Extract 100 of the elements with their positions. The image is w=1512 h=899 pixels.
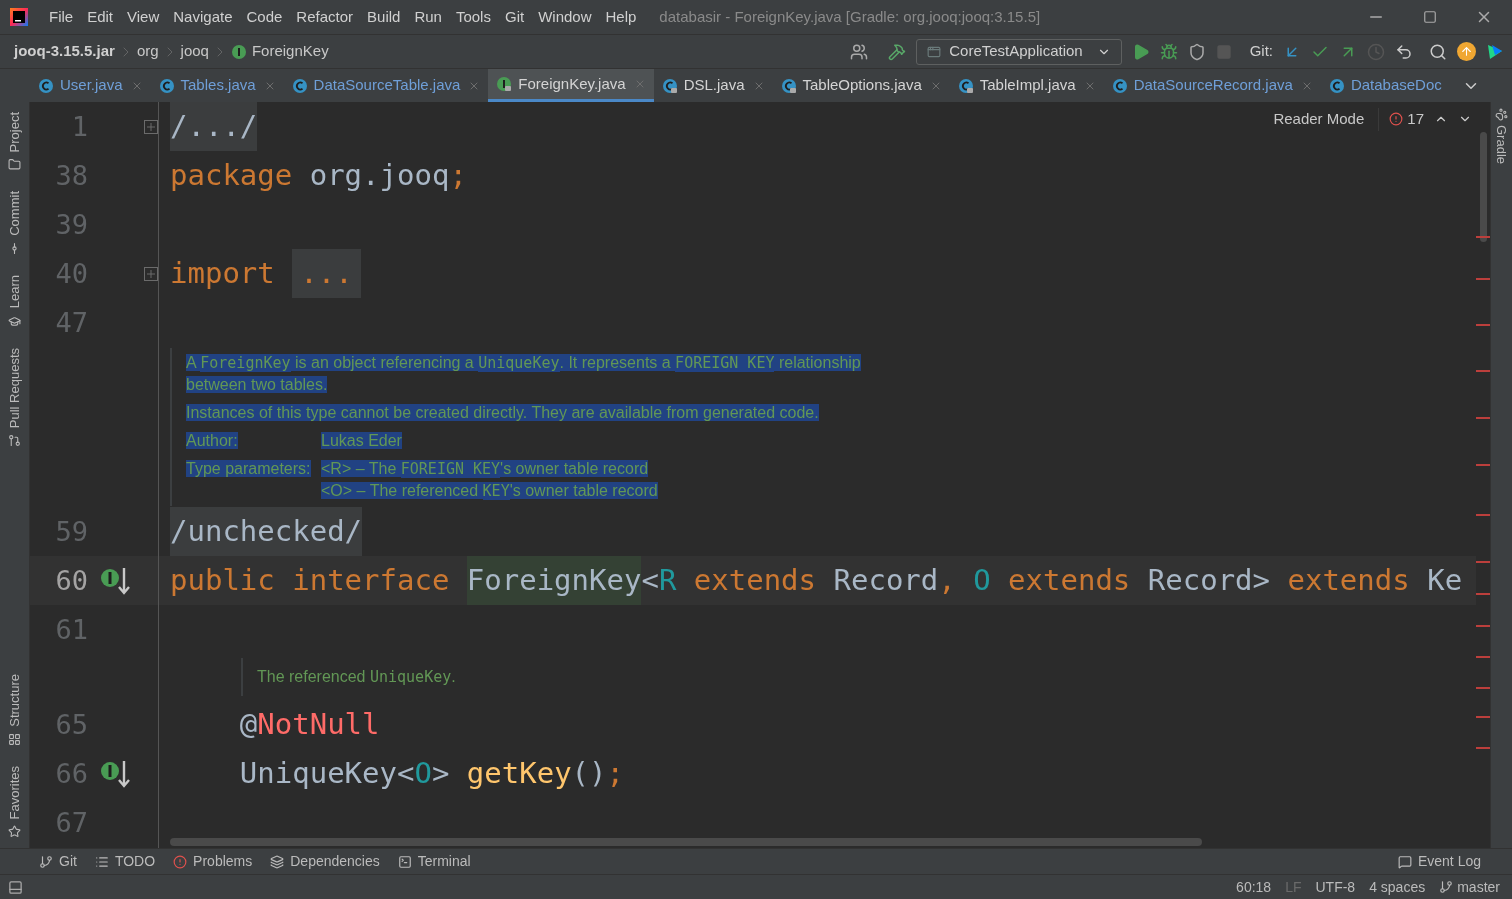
indent-setting[interactable]: 4 spaces xyxy=(1369,876,1426,898)
branch-icon xyxy=(39,854,53,869)
plugin-logo-icon[interactable] xyxy=(1486,42,1504,61)
code-token: ... xyxy=(292,249,361,298)
line-number: 65 xyxy=(54,707,88,742)
stop-icon[interactable] xyxy=(1215,43,1232,60)
caret-position[interactable]: 60:18 xyxy=(1236,876,1272,898)
pull-request-icon xyxy=(8,433,21,447)
rollback-icon[interactable] xyxy=(1395,42,1413,61)
editor-tab[interactable]: User.java xyxy=(30,69,151,102)
breadcrumb[interactable]: ForeignKey xyxy=(251,40,329,63)
implemented-icon[interactable] xyxy=(100,758,130,789)
line-number: 61 xyxy=(54,612,88,647)
folder-icon xyxy=(8,158,21,172)
editor-tab[interactable]: ForeignKey.java xyxy=(488,69,654,102)
tool-window-button[interactable]: Dependencies xyxy=(261,851,389,872)
code-token: @ xyxy=(238,705,258,743)
menu-item[interactable]: Window xyxy=(531,5,599,29)
menu-item[interactable]: Run xyxy=(407,5,449,29)
editor-tab[interactable]: Tables.java xyxy=(150,69,284,102)
tool-window-tab[interactable]: Favorites xyxy=(4,755,25,848)
error-icon xyxy=(1389,112,1404,127)
breadcrumb[interactable]: jooq-3.15.5.jar xyxy=(14,40,115,63)
grid-icon xyxy=(8,732,21,746)
list-icon xyxy=(94,854,109,869)
menu-item[interactable]: Navigate xyxy=(166,5,240,29)
fold-icon[interactable] xyxy=(144,266,158,281)
tool-window-tab[interactable]: Structure xyxy=(4,663,25,756)
problem-count[interactable]: 17 xyxy=(1389,108,1424,131)
implemented-icon[interactable] xyxy=(100,565,130,596)
menu-item[interactable]: Git xyxy=(497,5,532,29)
app-logo xyxy=(10,8,28,26)
star-icon xyxy=(8,825,21,838)
git-branch[interactable]: master xyxy=(1439,876,1500,898)
update-available-icon[interactable] xyxy=(1457,42,1476,61)
line-number: 1 xyxy=(70,109,88,144)
tool-window-tab[interactable]: Commit xyxy=(4,181,25,266)
error-icon xyxy=(173,854,188,869)
doc-tag-value: <O> – The referenced KEY's owner table record xyxy=(321,481,658,502)
code-token: () xyxy=(571,754,607,792)
editor-tab[interactable]: DSL.java xyxy=(653,69,773,102)
menu-item[interactable]: Help xyxy=(598,5,644,29)
doc-tag-label: Type parameters: xyxy=(186,459,312,479)
breadcrumb[interactable]: org xyxy=(136,40,159,63)
horizontal-scrollbar[interactable] xyxy=(170,838,1202,846)
code-token: > xyxy=(431,754,451,792)
code-token: ForeignKey xyxy=(466,556,642,605)
code-token: getKey xyxy=(466,754,572,792)
code-token: extends xyxy=(692,561,818,599)
menu-item[interactable]: Tools xyxy=(448,5,498,29)
code-token: , xyxy=(938,561,957,599)
editor-tab[interactable]: DataSourceRecord.java xyxy=(1103,69,1321,102)
vertical-scrollbar[interactable] xyxy=(1480,132,1487,242)
maximize-icon[interactable] xyxy=(1423,10,1437,24)
line-number: 39 xyxy=(54,207,88,242)
editor-tab[interactable]: DatabaseDoc xyxy=(1320,69,1450,102)
interface-icon xyxy=(230,43,247,60)
menu-item[interactable]: Build xyxy=(360,5,408,29)
reader-mode-button[interactable]: Reader Mode xyxy=(1273,108,1380,131)
line-number: 66 xyxy=(54,756,88,791)
doc-text: Instances of this type cannot be created directly. They are available from generated code. xyxy=(186,403,820,423)
history-icon[interactable] xyxy=(1367,42,1385,61)
line-number: 38 xyxy=(54,158,88,193)
code-token: < xyxy=(641,561,659,599)
run-config-dropdown[interactable]: CoreTestApplication xyxy=(916,38,1122,65)
breadcrumb[interactable]: jooq xyxy=(180,40,209,63)
window-title: databasir - ForeignKey.java [Gradle: org.jooq:jooq:3.15.5] xyxy=(659,6,1041,27)
tool-window-button[interactable]: TODO xyxy=(85,851,165,872)
panel-toggle-icon[interactable] xyxy=(8,879,23,895)
editor-tab[interactable]: TableImpl.java xyxy=(949,69,1104,102)
editor-tab[interactable]: DataSourceTable.java xyxy=(283,69,489,102)
tool-window-button[interactable]: Git xyxy=(30,851,86,872)
tool-window-tab[interactable]: Pull Requests xyxy=(4,337,25,457)
debug-icon[interactable] xyxy=(1159,42,1178,61)
build-icon[interactable] xyxy=(888,42,907,61)
editor-tab[interactable]: TableOptions.java xyxy=(772,69,950,102)
search-icon[interactable] xyxy=(1429,42,1447,61)
menu-item[interactable]: Edit xyxy=(80,5,121,29)
menu-item[interactable]: File xyxy=(42,5,81,29)
tool-window-button[interactable]: Event Log xyxy=(1388,851,1490,872)
tool-window-button[interactable]: Problems xyxy=(164,851,262,872)
menu-item[interactable]: Refactor xyxy=(289,5,361,29)
tool-window-tab[interactable]: Gradle xyxy=(1491,102,1512,171)
tool-window-tab[interactable]: Learn xyxy=(4,265,25,338)
doc-tag-value: <R> – The FOREIGN KEY's owner table record xyxy=(321,459,650,480)
code-token: O xyxy=(414,754,432,792)
user-icon[interactable] xyxy=(850,42,869,61)
code-token: /.../ xyxy=(170,102,258,151)
doc-tag-label: Author: xyxy=(186,431,239,451)
file-encoding[interactable]: UTF-8 xyxy=(1315,876,1356,898)
code-token: NotNull xyxy=(257,705,380,743)
code-token: org.jooq xyxy=(309,156,450,194)
fold-icon[interactable] xyxy=(144,119,158,134)
menu-item[interactable]: Code xyxy=(239,5,290,29)
menu-item[interactable]: View xyxy=(120,5,167,29)
doc-text: The referenced UniqueKey. xyxy=(257,667,456,688)
window-icon xyxy=(927,44,942,59)
tool-window-button[interactable]: Terminal xyxy=(388,851,480,872)
code-token: import xyxy=(170,254,276,292)
tool-window-tab[interactable]: Project xyxy=(4,102,25,182)
